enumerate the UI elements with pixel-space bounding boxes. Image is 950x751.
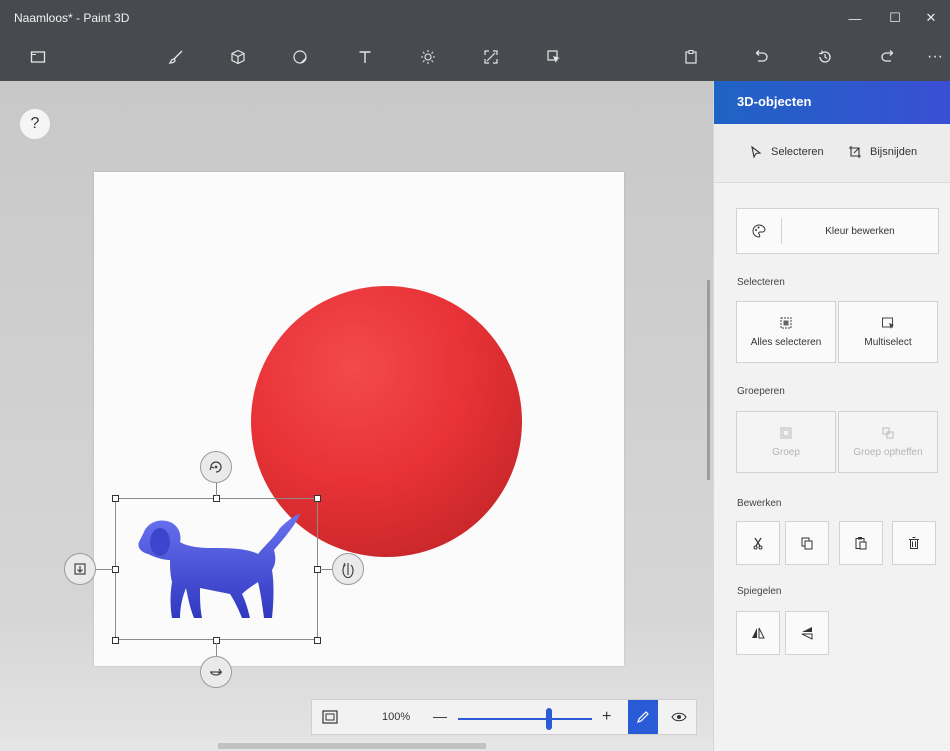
paste-icon[interactable] — [674, 40, 708, 74]
resize-handle-bottom-left[interactable] — [112, 637, 119, 644]
multiselect-button[interactable]: Multiselect — [838, 301, 938, 363]
minimize-button[interactable]: — — [836, 0, 874, 36]
select-mode-button[interactable]: Selecteren — [749, 145, 824, 159]
selection-box — [115, 498, 318, 640]
resize-handle-top-left[interactable] — [112, 495, 119, 502]
select-all-button[interactable]: Alles selecteren — [736, 301, 836, 363]
zoom-slider-thumb[interactable] — [546, 708, 553, 730]
resize-handle-bottom-right[interactable] — [314, 637, 321, 644]
crop-mode-label: Bijsnijden — [870, 146, 918, 158]
flip-horizontal-button[interactable] — [736, 611, 780, 655]
zoom-in-button[interactable]: + — [602, 708, 611, 726]
3d-library-icon[interactable] — [537, 40, 571, 74]
vertical-scrollbar-thumb[interactable] — [707, 280, 710, 480]
handle-stem-right — [320, 569, 332, 570]
horizontal-scrollbar[interactable] — [0, 740, 713, 751]
cut-button[interactable] — [736, 521, 780, 565]
paste-button[interactable] — [839, 521, 883, 565]
handle-stem-top — [216, 482, 217, 496]
trash-icon — [909, 537, 919, 549]
brush-icon[interactable] — [159, 40, 193, 74]
resize-handle-top[interactable] — [213, 495, 220, 502]
handle-stem-bottom — [216, 643, 217, 656]
eye-icon — [671, 712, 687, 722]
crop-icon — [849, 146, 861, 158]
section-edit-label: Bewerken — [737, 498, 782, 509]
edit-mode-button[interactable] — [628, 700, 658, 734]
pencil-icon — [637, 711, 649, 723]
ungroup-button[interactable]: Groep opheffen — [838, 411, 938, 473]
more-options-icon[interactable]: ··· — [920, 40, 950, 74]
rotate-y-icon[interactable] — [332, 553, 364, 585]
resize-handle-top-right[interactable] — [314, 495, 321, 502]
multiselect-label: Multiselect — [864, 337, 912, 348]
rotate-z-icon[interactable] — [200, 451, 232, 483]
close-button[interactable]: ✕ — [912, 0, 950, 36]
title-bar: Naamloos* - Paint 3D — ☐ ✕ ··· — [0, 0, 950, 81]
panel-title: 3D-objecten — [737, 94, 812, 109]
maximize-button[interactable]: ☐ — [876, 0, 914, 36]
panel-header: 3D-objecten — [714, 81, 950, 124]
zoom-out-button[interactable]: — — [433, 708, 447, 724]
rotate-x-icon[interactable] — [200, 656, 232, 688]
edit-color-label: Kleur bewerken — [825, 225, 895, 237]
group-button[interactable]: Groep — [736, 411, 836, 473]
handle-stem-left — [94, 569, 113, 570]
text-icon[interactable] — [348, 40, 382, 74]
select-all-label: Alles selecteren — [750, 337, 822, 348]
help-button[interactable]: ? — [19, 108, 51, 140]
section-select-label: Selecteren — [737, 277, 785, 288]
history-icon[interactable] — [808, 40, 842, 74]
menu-icon[interactable] — [21, 40, 55, 74]
flip-horizontal-icon — [752, 627, 765, 639]
horizontal-scrollbar-thumb[interactable] — [218, 743, 486, 749]
flip-vertical-icon — [801, 627, 813, 640]
group-label: Groep — [772, 447, 800, 458]
canvas-icon[interactable] — [474, 40, 508, 74]
window-title: Naamloos* - Paint 3D — [14, 11, 130, 25]
multiselect-icon — [882, 317, 894, 329]
redo-icon[interactable] — [871, 40, 905, 74]
palette-icon — [752, 224, 766, 238]
delete-button[interactable] — [892, 521, 936, 565]
sticker-icon[interactable] — [283, 40, 317, 74]
group-icon — [780, 427, 792, 439]
zoom-value: 100% — [382, 711, 411, 723]
cursor-icon — [751, 145, 762, 159]
zoom-bar: 100% — + — [311, 699, 697, 735]
side-panel: 3D-objecten Selecteren Bijsnijden Kleur … — [713, 81, 950, 751]
section-mirror-label: Spiegelen — [737, 586, 782, 597]
view-3d-button[interactable] — [662, 700, 696, 734]
section-group-label: Groeperen — [737, 386, 785, 397]
edit-color-button[interactable]: Kleur bewerken — [736, 208, 939, 254]
flip-vertical-button[interactable] — [785, 611, 829, 655]
cube-icon[interactable] — [221, 40, 255, 74]
crop-mode-button[interactable]: Bijsnijden — [848, 145, 917, 159]
depth-push-icon[interactable] — [64, 553, 96, 585]
undo-icon[interactable] — [744, 40, 778, 74]
scissors-icon — [753, 537, 763, 550]
effects-icon[interactable] — [411, 40, 445, 74]
mode-row: Selecteren Bijsnijden — [714, 124, 950, 183]
select-mode-label: Selecteren — [771, 146, 824, 158]
resize-handle-left[interactable] — [112, 566, 119, 573]
select-all-icon — [780, 317, 792, 329]
zoom-slider-track[interactable] — [458, 718, 592, 720]
copy-icon — [801, 537, 813, 550]
fit-to-screen-icon[interactable] — [322, 710, 338, 724]
paste-icon-panel — [855, 537, 867, 550]
copy-button[interactable] — [785, 521, 829, 565]
ungroup-label: Groep opheffen — [853, 447, 923, 458]
ungroup-icon — [882, 427, 894, 439]
